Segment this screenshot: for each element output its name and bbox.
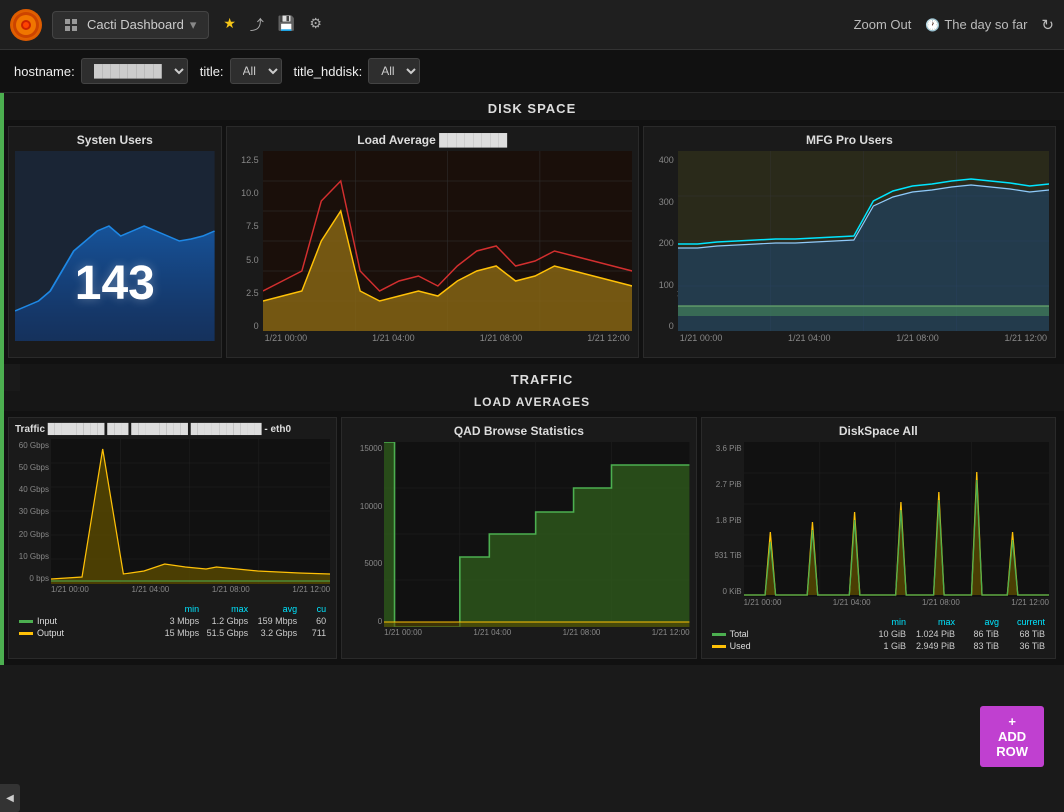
title-hddisk-select[interactable]: All [368, 58, 420, 84]
settings-icon[interactable]: ⚙ [309, 15, 322, 35]
title-select[interactable]: All [230, 58, 282, 84]
system-users-title: Systen Users [15, 133, 215, 147]
logo-icon [10, 9, 42, 41]
disk-total-legend-color [712, 633, 726, 636]
disk-total-avg: 86 TiB [959, 629, 999, 639]
mfg-pro-svg [678, 151, 1049, 331]
clock-icon: 🕐 [925, 18, 940, 32]
disk-used-min: 1 GiB [868, 641, 906, 651]
add-row-button[interactable]: + ADD ROW [980, 706, 1044, 767]
system-users-svg [15, 151, 215, 341]
disk-used-max: 2.949 PiB [910, 641, 955, 651]
mfg-pro-title: MFG Pro Users [650, 133, 1049, 147]
title-hddisk-filter: title_hddisk: All [294, 58, 421, 84]
input-label: Input [37, 616, 160, 626]
disk-total-current: 68 TiB [1003, 629, 1045, 639]
disk-max-header: max [910, 617, 955, 627]
system-users-chart: Systen Users 143 [8, 126, 222, 358]
load-y-25: 2.5 [233, 288, 259, 298]
topbar-right: Zoom Out 🕐 The day so far ↻ [854, 16, 1054, 34]
qad-svg [384, 442, 689, 627]
save-icon[interactable]: 💾 [278, 15, 295, 35]
traffic-min-header: min [164, 604, 199, 614]
output-current: 711 [301, 628, 326, 638]
disk-space-header: DISK SPACE [0, 93, 1064, 120]
top-charts-row: Systen Users 143 [0, 120, 1064, 364]
share-icon[interactable]: ⤴ [250, 15, 264, 35]
traffic-avg-header: avg [252, 604, 297, 614]
refresh-icon[interactable]: ↻ [1041, 16, 1054, 34]
topbar-icons: ★ ⤴ 💾 ⚙ [223, 15, 322, 35]
star-icon[interactable]: ★ [223, 15, 236, 35]
traffic-cu-header: cu [301, 604, 326, 614]
load-average-chart: Load Average ████████ 12.5 10.0 7.5 5.0 … [226, 126, 639, 358]
qad-chart-title: QAD Browse Statistics [348, 424, 689, 438]
load-average-svg [263, 151, 632, 331]
output-avg: 3.2 Gbps [252, 628, 297, 638]
load-y-10: 10.0 [233, 188, 259, 198]
input-legend-color [19, 620, 33, 623]
mfg-x-labels: 1/21 00:00 1/21 04:00 1/21 08:00 1/21 12… [678, 333, 1049, 343]
diskspace-chart: DiskSpace All 3.6 PiB 2.7 PiB 1.8 PiB 93… [701, 417, 1056, 659]
output-min: 15 Mbps [164, 628, 199, 638]
title-filter: title: All [200, 58, 282, 84]
disk-current-header: current [1003, 617, 1045, 627]
input-avg: 159 Mbps [252, 616, 297, 626]
disk-total-label: Total [730, 629, 864, 639]
day-so-far-label: The day so far [944, 17, 1027, 32]
output-label: Output [37, 628, 160, 638]
load-y-0: 0 [233, 321, 259, 331]
system-users-value: 143 [75, 256, 155, 311]
zoom-out-button[interactable]: Zoom Out [854, 17, 912, 32]
disk-used-label: Used [730, 641, 864, 651]
dashboard-button[interactable]: Cacti Dashboard ▾ [52, 11, 209, 39]
traffic-max-header: max [203, 604, 248, 614]
topbar: Cacti Dashboard ▾ ★ ⤴ 💾 ⚙ Zoom Out 🕐 The… [0, 0, 1064, 50]
load-y-12: 12.5 [233, 155, 259, 165]
disk-avg-header: avg [959, 617, 999, 627]
mfg-pro-chart: MFG Pro Users 400 300 200 100 0 Users [643, 126, 1056, 358]
output-max: 51.5 Gbps [203, 628, 248, 638]
traffic-header: TRAFFIC [20, 364, 1064, 391]
hostname-filter: hostname: ████████ [14, 58, 188, 84]
disk-used-current: 36 TiB [1003, 641, 1045, 651]
input-max: 1.2 Gbps [203, 616, 248, 626]
traffic-chart: Traffic ████████ ███ ████████ ██████████… [8, 417, 337, 659]
hostname-select[interactable]: ████████ [81, 58, 188, 84]
load-average-title: Load Average ████████ [233, 133, 632, 147]
title-hddisk-label: title_hddisk: [294, 64, 363, 79]
dashboard-title: Cacti Dashboard [87, 17, 184, 32]
hostname-label: hostname: [14, 64, 75, 79]
load-averages-header: LOAD AVERAGES [0, 391, 1064, 411]
day-so-far: 🕐 The day so far [925, 17, 1027, 32]
qad-chart: QAD Browse Statistics 15000 10000 5000 0 [341, 417, 696, 659]
disk-used-avg: 83 TiB [959, 641, 999, 651]
load-x-labels: 1/21 00:00 1/21 04:00 1/21 08:00 1/21 12… [263, 333, 632, 343]
diskspace-svg [744, 442, 1049, 597]
input-min: 3 Mbps [164, 616, 199, 626]
title-arrow-icon: ▾ [190, 17, 197, 33]
disk-total-max: 1.024 PiB [910, 629, 955, 639]
filterbar: hostname: ████████ title: All title_hddi… [0, 50, 1064, 93]
output-legend-color [19, 632, 33, 635]
load-y-75: 7.5 [233, 221, 259, 231]
diskspace-chart-title: DiskSpace All [708, 424, 1049, 438]
input-current: 60 [301, 616, 326, 626]
collapse-icon: ◀ [6, 793, 14, 804]
grid-icon [65, 19, 77, 31]
disk-min-header: min [868, 617, 906, 627]
traffic-chart-title: Traffic ████████ ███ ████████ ██████████… [15, 424, 330, 435]
load-y-5: 5.0 [233, 255, 259, 265]
disk-total-min: 10 GiB [868, 629, 906, 639]
collapse-sidebar-tab[interactable]: ◀ [0, 784, 20, 812]
bottom-charts-row: Traffic ████████ ███ ████████ ██████████… [0, 411, 1064, 665]
traffic-svg [51, 439, 330, 584]
disk-used-legend-color [712, 645, 726, 648]
title-label: title: [200, 64, 224, 79]
